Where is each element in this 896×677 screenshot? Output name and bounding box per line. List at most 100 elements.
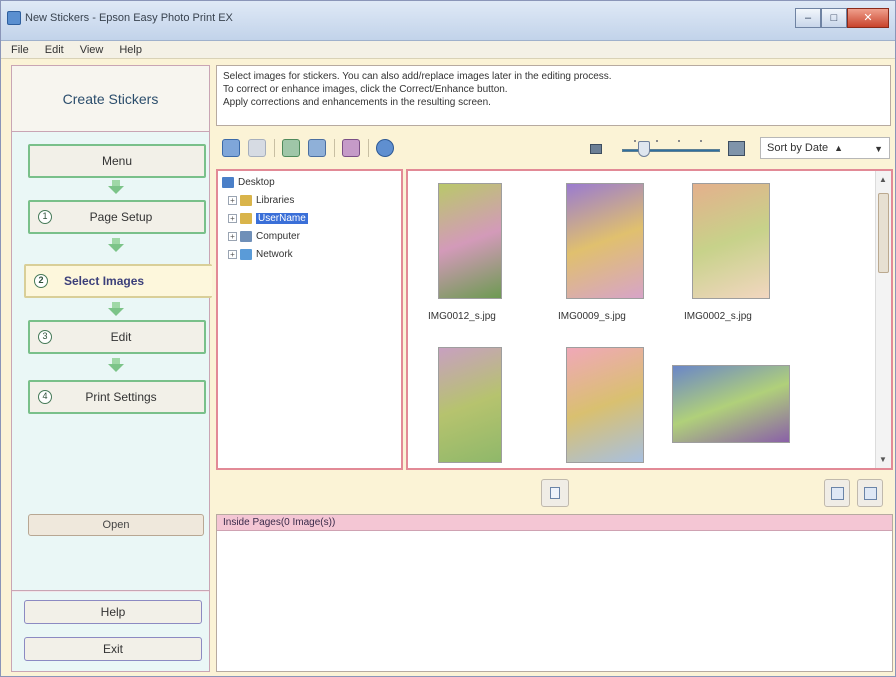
step-print-settings[interactable]: 4 Print Settings: [28, 380, 206, 414]
open-button[interactable]: Open: [28, 514, 204, 536]
menu-bar: File Edit View Help: [1, 41, 895, 59]
close-button[interactable]: ✕: [847, 8, 889, 28]
thumbnail-image[interactable]: [566, 183, 644, 299]
thumbnail-image[interactable]: [672, 365, 790, 443]
user-folder-icon: [240, 212, 252, 224]
globe-icon[interactable]: [376, 139, 394, 157]
expand-icon[interactable]: +: [228, 195, 237, 205]
instruction-line: To correct or enhance images, click the …: [223, 84, 508, 95]
network-icon: [240, 248, 252, 260]
selected-pages-panel: Inside Pages(0 Image(s)): [216, 514, 893, 672]
expand-icon[interactable]: +: [228, 213, 237, 223]
thumbnail-caption: IMG0009_s.jpg: [558, 311, 626, 322]
thumbnail-caption: IMG0012_s.jpg: [428, 311, 496, 322]
add-image-button[interactable]: [541, 479, 569, 507]
thumbnail-view-icon[interactable]: [222, 139, 240, 157]
step-number: 1: [38, 210, 52, 224]
tree-item-label: Desktop: [238, 176, 275, 188]
instructions-box: Select images for stickers. You can also…: [216, 65, 891, 126]
menu-edit[interactable]: Edit: [43, 43, 66, 57]
image-toolbar: Sort by Date ▲ ▼: [216, 133, 891, 163]
large-image-icon: [728, 141, 745, 156]
chevron-down-icon[interactable]: ▼: [874, 144, 883, 154]
workflow-sidebar: Create Stickers Menu 1 Page Setup 2 Sele…: [11, 65, 212, 672]
thumbnail-size-slider[interactable]: [622, 149, 720, 152]
instruction-line: Select images for stickers. You can also…: [223, 71, 612, 82]
arrow-down-icon: [108, 302, 124, 316]
desktop-icon: [222, 176, 234, 188]
correct-enhance-icon[interactable]: [308, 139, 326, 157]
title-bar: New Stickers - Epson Easy Photo Print EX…: [1, 1, 895, 41]
tree-item-label: Computer: [256, 230, 300, 242]
sort-dropdown[interactable]: Sort by Date ▲ ▼: [760, 137, 890, 159]
menu-help[interactable]: Help: [117, 43, 144, 57]
slider-tick: [656, 140, 658, 142]
step-label: Print Settings: [85, 390, 157, 404]
libraries-icon: [240, 194, 252, 206]
sort-direction-icon[interactable]: ▲: [834, 143, 843, 153]
thumbnail-image[interactable]: [438, 183, 502, 299]
vertical-scrollbar[interactable]: ▲ ▼: [875, 171, 891, 468]
arrow-down-icon: [108, 180, 124, 194]
red-eye-icon[interactable]: [342, 139, 360, 157]
instruction-line: Apply corrections and enhancements in th…: [223, 97, 491, 108]
toolbar-separator: [274, 139, 275, 157]
tree-item-username[interactable]: + UserName: [228, 211, 308, 225]
enhance-icon: [831, 487, 844, 500]
window-controls: – □ ✕: [795, 8, 889, 28]
list-view-icon[interactable]: [248, 139, 266, 157]
tree-item-network[interactable]: + Network: [228, 247, 293, 261]
arrow-down-icon: [108, 238, 124, 252]
maximize-button[interactable]: □: [821, 8, 847, 28]
scroll-down-icon[interactable]: ▼: [879, 455, 887, 464]
step-select-images[interactable]: 2 Select Images: [24, 264, 212, 298]
tree-item-computer[interactable]: + Computer: [228, 229, 300, 243]
add-image-icon: [550, 487, 560, 499]
step-edit[interactable]: 3 Edit: [28, 320, 206, 354]
toolbar-separator: [334, 139, 335, 157]
expand-icon[interactable]: +: [228, 249, 237, 259]
tree-item-label: Libraries: [256, 194, 295, 206]
pages-header: Inside Pages(0 Image(s)): [217, 515, 892, 531]
menu-file[interactable]: File: [9, 43, 31, 57]
app-window: New Stickers - Epson Easy Photo Print EX…: [0, 0, 896, 677]
app-icon: [7, 11, 21, 25]
help-button[interactable]: Help: [24, 600, 202, 624]
sidebar-divider: [12, 590, 209, 592]
scroll-up-icon[interactable]: ▲: [879, 175, 887, 184]
slider-tick: [634, 140, 636, 142]
rotate-icon[interactable]: [282, 139, 300, 157]
step-number: 3: [38, 330, 52, 344]
slider-handle[interactable]: [638, 141, 650, 157]
remove-image-button[interactable]: [857, 479, 883, 507]
step-label: Page Setup: [89, 210, 153, 224]
toolbar-separator: [368, 139, 369, 157]
thumbnail-image[interactable]: [438, 347, 502, 463]
menu-view[interactable]: View: [78, 43, 106, 57]
step-label: Menu: [101, 154, 133, 168]
image-grid: IMG0012_s.jpg IMG0009_s.jpg IMG0002_s.jp…: [406, 169, 893, 470]
tree-item-label: UserName: [256, 212, 308, 224]
minimize-button[interactable]: –: [795, 8, 821, 28]
tree-item-libraries[interactable]: + Libraries: [228, 193, 294, 207]
thumbnail-image[interactable]: [566, 347, 644, 463]
exit-button[interactable]: Exit: [24, 637, 202, 661]
tree-item-desktop[interactable]: Desktop: [222, 175, 275, 189]
step-page-setup[interactable]: 1 Page Setup: [28, 200, 206, 234]
sort-label: Sort by Date: [767, 142, 829, 154]
scrollbar-thumb[interactable]: [878, 193, 889, 273]
step-label: Select Images: [64, 274, 145, 288]
expand-icon[interactable]: +: [228, 231, 237, 241]
thumbnail-image[interactable]: [692, 183, 770, 299]
slider-tick: [678, 140, 680, 142]
step-number: 2: [34, 274, 48, 288]
slider-tick: [700, 140, 702, 142]
small-image-icon: [590, 144, 602, 154]
window-title: New Stickers - Epson Easy Photo Print EX: [25, 12, 233, 24]
thumbnail-caption: IMG0002_s.jpg: [684, 311, 752, 322]
correct-enhance-button[interactable]: [824, 479, 850, 507]
step-label: Edit: [110, 330, 132, 344]
step-menu[interactable]: Menu: [28, 144, 206, 178]
folder-tree: Desktop + Libraries + UserName + Compute…: [216, 169, 403, 470]
step-number: 4: [38, 390, 52, 404]
